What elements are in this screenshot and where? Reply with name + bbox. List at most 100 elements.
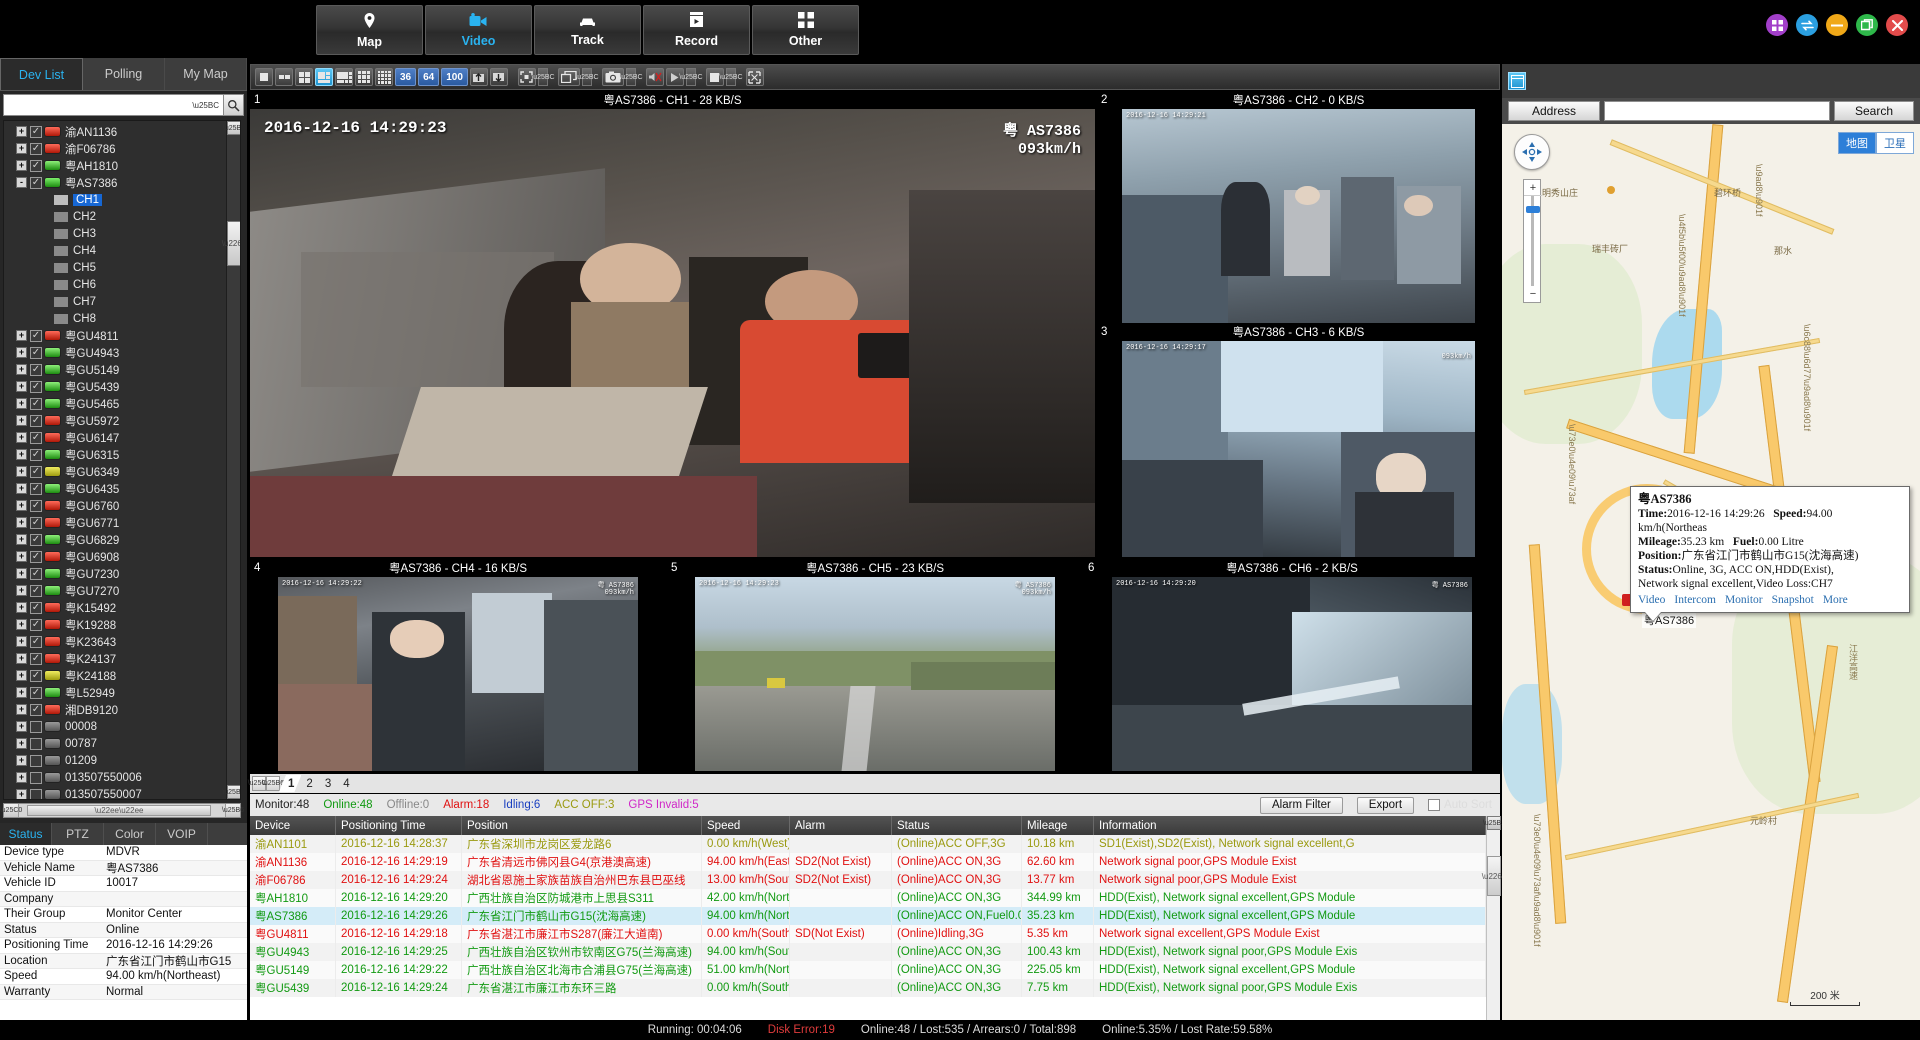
nav-other-button[interactable]: Other (752, 5, 859, 55)
expand-icon[interactable]: + (16, 330, 27, 341)
layout-16-button[interactable] (375, 68, 393, 86)
table-row[interactable]: 粤GU4943 2016-12-16 14:29:25 广西壮族自治区钦州市钦南区G… (250, 943, 1500, 961)
tree-item-粤GU5439[interactable]: + ✓ 粤GU5439 (4, 378, 226, 395)
tree-item-粤GU7230[interactable]: + ✓ 粤GU7230 (4, 565, 226, 582)
table-row[interactable]: 粤AS7386 2016-12-16 14:29:26 广东省江门市鹤山市G15(沈… (250, 907, 1500, 925)
layout-100-button[interactable]: 100 (441, 68, 468, 86)
device-tree-hscrollbar[interactable]: \u25C0 \u22ee\u22ee \u25B6 (0, 803, 244, 818)
auto-sort-checkbox[interactable] (1428, 799, 1441, 811)
tree-item-checkbox[interactable]: ✓ (30, 448, 42, 461)
video-page-tab-4[interactable]: 4 (334, 775, 356, 792)
tree-item-checkbox[interactable]: ✓ (30, 414, 42, 427)
tree-item-checkbox[interactable]: ✓ (30, 397, 42, 410)
table-scroll-up[interactable]: \u25B2 (1483, 816, 1505, 830)
video-panel-6-body[interactable]: 2016-12-16 14:29:20 粤 AS7386 (1112, 577, 1472, 771)
tree-item-00787[interactable]: +00787 (4, 735, 226, 752)
tree-item-checkbox[interactable]: ✓ (30, 635, 42, 648)
map-pan-control[interactable] (1514, 134, 1550, 170)
tab-my-map[interactable]: My Map (165, 58, 247, 90)
tree-item-checkbox[interactable]: ✓ (30, 567, 42, 580)
scroll-down-arrow[interactable]: \u25BC (222, 785, 240, 799)
nav-video-button[interactable]: Video (425, 5, 532, 55)
expand-icon[interactable]: + (16, 755, 27, 766)
tree-item-checkbox[interactable]: ✓ (30, 142, 42, 155)
nav-track-button[interactable]: Track (534, 5, 641, 55)
scroll-up-arrow[interactable]: \u25B2 (223, 121, 240, 135)
video-panel-4[interactable]: 4 粤AS7386 - CH4 - 16 KB/S 2016-12-16 14:… (250, 559, 666, 771)
tree-item-粤GU6349[interactable]: + ✓ 粤GU6349 (4, 463, 226, 480)
table-row[interactable]: 粤GU4811 2016-12-16 14:29:18 广东省湛江市廉江市S287(… (250, 925, 1500, 943)
tree-item-粤L52949[interactable]: + ✓ 粤L52949 (4, 684, 226, 701)
switch-user-button[interactable] (1796, 14, 1818, 36)
expand-icon[interactable]: + (16, 721, 27, 732)
expand-icon[interactable]: + (16, 398, 27, 409)
export-button[interactable]: Export (1356, 796, 1415, 814)
page-down-button[interactable] (489, 68, 508, 86)
video-page-tab-3[interactable]: 3 (316, 775, 338, 792)
video-panel-2[interactable]: 2 粤AS7386 - CH2 - 0 KB/S 2016-12-16 14:2… (1097, 91, 1500, 323)
hscroll-right-arrow[interactable]: \u25B6 (222, 804, 244, 817)
tree-item-013507550007[interactable]: +013507550007 (4, 786, 226, 799)
video-panel-5-body[interactable]: 2016-12-16 14:29:23 粤 AS7386 093km/h (695, 577, 1055, 771)
layout-36-button[interactable]: 36 (395, 68, 417, 86)
video-page-tab-2[interactable]: 2 (297, 775, 319, 792)
tab-status[interactable]: Status (0, 823, 52, 845)
tree-item-013507550006[interactable]: +013507550006 (4, 769, 226, 786)
tree-item-湘DB9120[interactable]: + ✓ 湘DB9120 (4, 701, 226, 718)
tree-item-粤K24137[interactable]: + ✓ 粤K24137 (4, 650, 226, 667)
expand-icon[interactable]: + (16, 449, 27, 460)
expand-icon[interactable]: + (16, 381, 27, 392)
chevron-down-icon[interactable]: \u25BC (192, 101, 219, 110)
popup-link-more[interactable]: More (1823, 593, 1848, 607)
tree-item-粤GU6435[interactable]: + ✓ 粤GU6435 (4, 480, 226, 497)
map-zoom-in-button[interactable]: + (1524, 180, 1542, 196)
layout-1-button[interactable] (255, 68, 273, 86)
tree-item-01209[interactable]: +01209 (4, 752, 226, 769)
tab-color[interactable]: Color (104, 823, 156, 845)
table-row[interactable]: 渝AN1101 2016-12-16 14:28:37 广东省深圳市龙岗区爱龙路6 0… (250, 835, 1500, 853)
tree-item-渝AN1136[interactable]: + ✓ 渝AN1136 (4, 123, 226, 140)
vehicle-info-popup[interactable]: 粤AS7386 Time:2016-12-16 14:29:26 Speed:9… (1630, 486, 1910, 621)
layout-6-button[interactable] (315, 68, 333, 86)
tree-item-粤GU4943[interactable]: + ✓ 粤GU4943 (4, 344, 226, 361)
map-type-map[interactable]: 地图 (1838, 132, 1876, 154)
table-row[interactable]: 粤GU5149 2016-12-16 14:29:22 广西壮族自治区北海市合浦县G… (250, 961, 1500, 979)
expand-icon[interactable]: + (16, 483, 27, 494)
layout-9-button[interactable] (355, 68, 373, 86)
page-up-button[interactable] (469, 68, 488, 86)
close-button[interactable] (1886, 14, 1908, 36)
expand-icon[interactable]: + (16, 143, 27, 154)
layout-64-button[interactable]: 64 (418, 68, 440, 86)
tree-item-checkbox[interactable]: ✓ (30, 516, 42, 529)
map-search-button[interactable]: Search (1834, 101, 1914, 121)
expand-icon[interactable]: + (16, 347, 27, 358)
tree-channel-CH1[interactable]: CH1 (4, 191, 226, 208)
column-header-device[interactable]: Device (250, 816, 336, 835)
column-header-positioning-time[interactable]: Positioning Time (336, 816, 462, 835)
restore-button[interactable] (1856, 14, 1878, 36)
popup-link-monitor[interactable]: Monitor (1725, 593, 1763, 607)
hscroll-left-arrow[interactable]: \u25C0 (0, 804, 22, 817)
map-window-icon[interactable] (1508, 72, 1526, 90)
hscroll-thumb[interactable]: \u22ee\u22ee (27, 805, 211, 816)
tree-item-checkbox[interactable]: ✓ (30, 329, 42, 342)
tree-channel-CH5[interactable]: CH5 (4, 259, 226, 276)
page-next-button[interactable]: \u25B6 (262, 776, 284, 791)
expand-icon[interactable]: + (16, 772, 27, 783)
tree-item-checkbox[interactable] (30, 737, 42, 750)
tree-item-渝F06786[interactable]: + ✓ 渝F06786 (4, 140, 226, 157)
expand-icon[interactable]: + (16, 568, 27, 579)
column-header-information[interactable]: Information (1094, 816, 1486, 835)
collapse-icon[interactable]: - (16, 177, 27, 188)
table-row[interactable]: 粤GU5439 2016-12-16 14:29:24 广东省湛江市廉江市东环三路 0… (250, 979, 1500, 997)
expand-icon[interactable]: + (16, 636, 27, 647)
popup-link-snapshot[interactable]: Snapshot (1772, 593, 1814, 607)
expand-icon[interactable]: + (16, 551, 27, 562)
tab-ptz[interactable]: PTZ (52, 823, 104, 845)
tree-item-checkbox[interactable]: ✓ (30, 363, 42, 376)
tree-channel-CH4[interactable]: CH4 (4, 242, 226, 259)
snapshot-dropdown[interactable]: \u25BC (619, 68, 643, 86)
tree-item-粤K15492[interactable]: + ✓ 粤K15492 (4, 599, 226, 616)
expand-icon[interactable]: + (16, 789, 27, 799)
tree-item-粤GU5149[interactable]: + ✓ 粤GU5149 (4, 361, 226, 378)
